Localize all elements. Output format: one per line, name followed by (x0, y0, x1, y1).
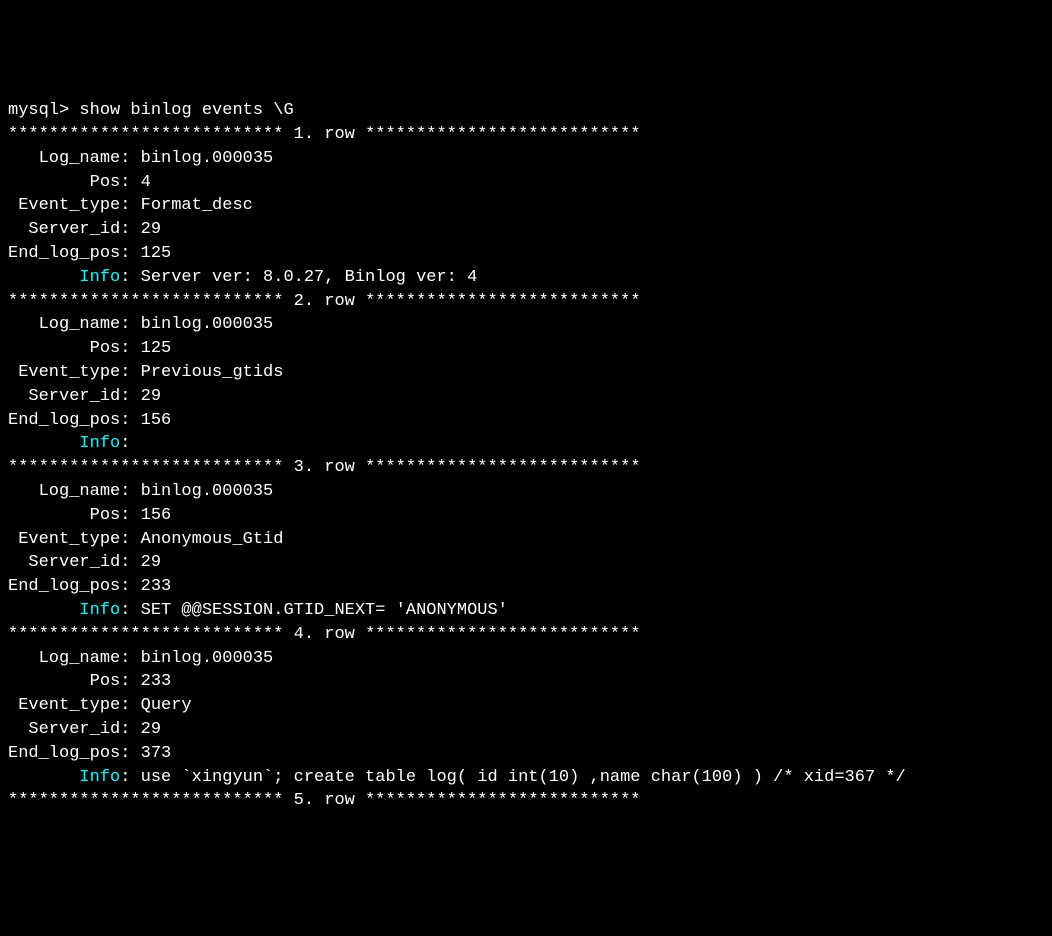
field-event-type-label: Event_type: (8, 696, 130, 715)
field-server-id-value: 29 (141, 387, 161, 406)
row-separator-1: *************************** 1. row *****… (8, 125, 641, 144)
field-pos-value: 233 (141, 672, 172, 691)
command-text: show binlog events \G (79, 101, 293, 120)
field-log-name-value: binlog.000035 (141, 315, 274, 334)
field-pos-value: 4 (141, 173, 151, 192)
field-end-log-pos-value: 125 (141, 244, 172, 263)
field-end-log-pos-label: End_log_pos: (8, 744, 130, 763)
field-info-label: Info (8, 768, 120, 787)
field-server-id-value: 29 (141, 720, 161, 739)
field-end-log-pos-label: End_log_pos: (8, 411, 130, 430)
row-separator-5-partial: *************************** 5. row *****… (8, 791, 641, 810)
field-end-log-pos-value: 156 (141, 411, 172, 430)
field-event-type-value: Anonymous_Gtid (141, 530, 284, 549)
field-pos-label: Pos: (8, 173, 130, 192)
field-server-id-label: Server_id: (8, 387, 130, 406)
field-server-id-value: 29 (141, 553, 161, 572)
field-log-name-label: Log_name: (8, 149, 130, 168)
field-event-type-label: Event_type: (8, 363, 130, 382)
field-log-name-label: Log_name: (8, 482, 130, 501)
field-pos-label: Pos: (8, 339, 130, 358)
field-server-id-label: Server_id: (8, 720, 130, 739)
field-info-label: Info (8, 601, 120, 620)
field-end-log-pos-label: End_log_pos: (8, 244, 130, 263)
field-info-label: Info (8, 434, 120, 453)
field-log-name-value: binlog.000035 (141, 149, 274, 168)
field-log-name-label: Log_name: (8, 649, 130, 668)
field-event-type-value: Query (141, 696, 192, 715)
field-server-id-label: Server_id: (8, 553, 130, 572)
field-event-type-value: Format_desc (141, 196, 253, 215)
field-pos-value: 156 (141, 506, 172, 525)
field-log-name-value: binlog.000035 (141, 482, 274, 501)
field-server-id-label: Server_id: (8, 220, 130, 239)
field-pos-label: Pos: (8, 506, 130, 525)
field-log-name-value: binlog.000035 (141, 649, 274, 668)
row-separator-3: *************************** 3. row *****… (8, 458, 641, 477)
field-end-log-pos-value: 373 (141, 744, 172, 763)
field-event-type-label: Event_type: (8, 196, 130, 215)
field-info-value: use `xingyun`; create table log( id int(… (141, 768, 906, 787)
field-server-id-value: 29 (141, 220, 161, 239)
field-pos-value: 125 (141, 339, 172, 358)
field-info-value: Server ver: 8.0.27, Binlog ver: 4 (141, 268, 478, 287)
field-pos-label: Pos: (8, 672, 130, 691)
field-log-name-label: Log_name: (8, 315, 130, 334)
field-event-type-label: Event_type: (8, 530, 130, 549)
field-info-value: SET @@SESSION.GTID_NEXT= 'ANONYMOUS' (141, 601, 508, 620)
mysql-prompt: mysql> (8, 101, 79, 120)
row-separator-4: *************************** 4. row *****… (8, 625, 641, 644)
field-event-type-value: Previous_gtids (141, 363, 284, 382)
row-separator-2: *************************** 2. row *****… (8, 292, 641, 311)
field-end-log-pos-label: End_log_pos: (8, 577, 130, 596)
field-info-label: Info (8, 268, 120, 287)
field-end-log-pos-value: 233 (141, 577, 172, 596)
terminal-output: mysql> show binlog events \G ***********… (0, 95, 1052, 817)
